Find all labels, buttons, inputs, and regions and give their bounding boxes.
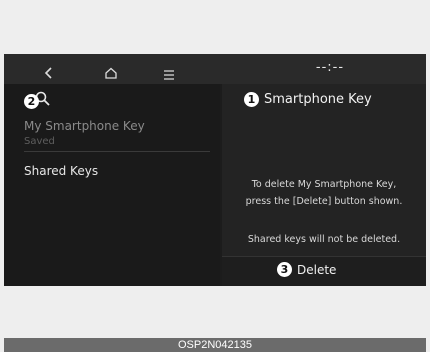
infotainment-screen: --:-- 2 My Smartphone Key Saved Shared K… — [4, 54, 426, 286]
callout-2: 2 — [24, 94, 39, 109]
clock-display: --:-- — [315, 60, 345, 75]
left-panel: 2 My Smartphone Key Saved Shared Keys — [4, 84, 220, 286]
caption-bar: OSP2N042135 — [4, 338, 426, 352]
divider — [24, 151, 210, 152]
right-panel: 1 Smartphone Key To delete My Smartphone… — [222, 84, 426, 286]
top-bar: --:-- — [4, 54, 426, 84]
info-line-3: Shared keys will not be deleted. — [247, 234, 401, 245]
home-icon[interactable] — [104, 64, 118, 83]
info-line-1: To delete My Smartphone Key, — [251, 179, 397, 190]
figure-code: OSP2N042135 — [178, 339, 252, 351]
info-line-2: press the [Delete] button shown. — [245, 196, 403, 207]
delete-button-label: Delete — [297, 263, 337, 277]
delete-button[interactable]: 3 Delete — [222, 256, 426, 286]
chevron-left-icon[interactable] — [44, 64, 54, 83]
list-item-label: Shared Keys — [24, 164, 99, 178]
callout-1: 1 — [244, 92, 259, 107]
panel-title: Smartphone Key — [264, 92, 372, 107]
list-item-status: Saved — [24, 136, 55, 147]
callout-3: 3 — [277, 262, 292, 277]
menu-icon[interactable] — [163, 65, 175, 84]
list-item-label: My Smartphone Key — [24, 119, 145, 133]
